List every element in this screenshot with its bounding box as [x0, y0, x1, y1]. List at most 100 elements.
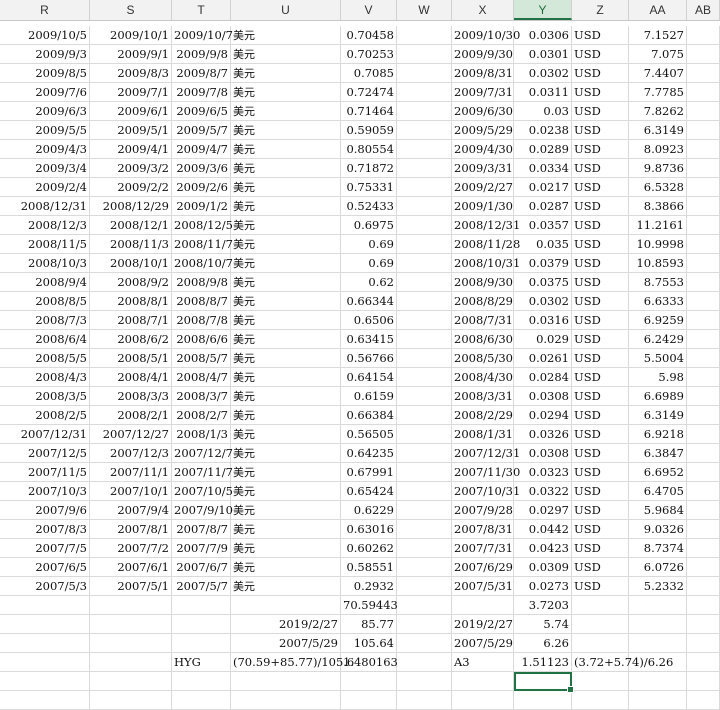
cell-w1[interactable] [397, 26, 452, 45]
cell-w29[interactable] [397, 558, 452, 577]
cell-x18[interactable]: 2008/5/30 [452, 349, 514, 368]
cell-y12[interactable]: 0.035 [514, 235, 572, 254]
cell-ab30[interactable] [687, 577, 720, 596]
cell-t6[interactable]: 2009/5/7 [172, 121, 231, 140]
cell-z27[interactable]: USD [572, 520, 629, 539]
cell-ab12[interactable] [687, 235, 720, 254]
cell-s32[interactable] [90, 615, 172, 634]
cell-u5[interactable]: 美元 [231, 102, 341, 121]
cell-aa32[interactable] [629, 615, 687, 634]
cell-r34[interactable] [0, 653, 90, 672]
cell-t19[interactable]: 2008/4/7 [172, 368, 231, 387]
cell-s4[interactable]: 2009/7/1 [90, 83, 172, 102]
cell-t29[interactable]: 2007/6/7 [172, 558, 231, 577]
cell-z1[interactable]: USD [572, 26, 629, 45]
cell-w24[interactable] [397, 463, 452, 482]
cell-y20[interactable]: 0.0308 [514, 387, 572, 406]
cell-ab9[interactable] [687, 178, 720, 197]
cell-w7[interactable] [397, 140, 452, 159]
cell-aa4[interactable]: 7.7785 [629, 83, 687, 102]
cell-t23[interactable]: 2007/12/7 [172, 444, 233, 463]
cell-z5[interactable]: USD [572, 102, 629, 121]
cell-y29[interactable]: 0.0309 [514, 558, 572, 577]
cell-z13[interactable]: USD [572, 254, 629, 273]
cell-w28[interactable] [397, 539, 452, 558]
cell-ab7[interactable] [687, 140, 720, 159]
cell-x2[interactable]: 2009/9/30 [452, 45, 514, 64]
cell-z23[interactable]: USD [572, 444, 629, 463]
cell-s25[interactable]: 2007/10/1 [90, 482, 172, 501]
cell-aa19[interactable]: 5.98 [629, 368, 687, 387]
cell-v21[interactable]: 0.66384 [341, 406, 397, 425]
cell-t4[interactable]: 2009/7/8 [172, 83, 231, 102]
column-header-u[interactable]: U [231, 0, 341, 20]
cell-x27[interactable]: 2007/8/31 [452, 520, 514, 539]
cell-aa36[interactable] [629, 691, 687, 710]
cell-ab20[interactable] [687, 387, 720, 406]
cell-x20[interactable]: 2008/3/31 [452, 387, 514, 406]
cell-w10[interactable] [397, 197, 452, 216]
cell-aa26[interactable]: 5.9684 [629, 501, 687, 520]
cell-aa6[interactable]: 6.3149 [629, 121, 687, 140]
cell-ab13[interactable] [687, 254, 720, 273]
cell-w35[interactable] [397, 672, 452, 691]
cell-aa21[interactable]: 6.3149 [629, 406, 687, 425]
cell-aa25[interactable]: 6.4705 [629, 482, 687, 501]
cell-ab16[interactable] [687, 311, 720, 330]
cell-u10[interactable]: 美元 [231, 197, 341, 216]
cell-z2[interactable]: USD [572, 45, 629, 64]
cell-v18[interactable]: 0.56766 [341, 349, 397, 368]
cell-w5[interactable] [397, 102, 452, 121]
cell-u2[interactable]: 美元 [231, 45, 341, 64]
cell-aa20[interactable]: 6.6989 [629, 387, 687, 406]
cell-z11[interactable]: USD [572, 216, 629, 235]
cell-y3[interactable]: 0.0302 [514, 64, 572, 83]
cell-aa9[interactable]: 6.5328 [629, 178, 687, 197]
cell-x1[interactable]: 2009/10/30 [452, 26, 520, 45]
cell-y16[interactable]: 0.0316 [514, 311, 572, 330]
cell-r10[interactable]: 2008/12/31 [0, 197, 90, 216]
cell-ab35[interactable] [687, 672, 720, 691]
cell-s30[interactable]: 2007/5/1 [90, 577, 172, 596]
cell-ab1[interactable] [687, 26, 720, 45]
cell-ab25[interactable] [687, 482, 720, 501]
cell-u15[interactable]: 美元 [231, 292, 341, 311]
cell-v2[interactable]: 0.70253 [341, 45, 397, 64]
cell-z19[interactable]: USD [572, 368, 629, 387]
cell-r20[interactable]: 2008/3/5 [0, 387, 90, 406]
cell-z29[interactable]: USD [572, 558, 629, 577]
cell-t26[interactable]: 2007/9/10 [172, 501, 233, 520]
cell-v4[interactable]: 0.72474 [341, 83, 397, 102]
cell-u9[interactable]: 美元 [231, 178, 341, 197]
cell-s1[interactable]: 2009/10/1 [90, 26, 172, 45]
cell-y6[interactable]: 0.0238 [514, 121, 572, 140]
cell-z18[interactable]: USD [572, 349, 629, 368]
cell-aa29[interactable]: 6.0726 [629, 558, 687, 577]
cell-r1[interactable]: 2009/10/5 [0, 26, 90, 45]
cell-ab23[interactable] [687, 444, 720, 463]
column-header-z[interactable]: Z [572, 0, 629, 20]
cell-ab26[interactable] [687, 501, 720, 520]
cell-ab11[interactable] [687, 216, 720, 235]
cell-ab10[interactable] [687, 197, 720, 216]
cell-u18[interactable]: 美元 [231, 349, 341, 368]
cell-v20[interactable]: 0.6159 [341, 387, 397, 406]
cell-r9[interactable]: 2009/2/4 [0, 178, 90, 197]
cell-v7[interactable]: 0.80554 [341, 140, 397, 159]
cell-r17[interactable]: 2008/6/4 [0, 330, 90, 349]
cell-u3[interactable]: 美元 [231, 64, 341, 83]
cell-v19[interactable]: 0.64154 [341, 368, 397, 387]
cell-t9[interactable]: 2009/2/6 [172, 178, 231, 197]
cell-z9[interactable]: USD [572, 178, 629, 197]
cell-aa5[interactable]: 7.8262 [629, 102, 687, 121]
cell-t27[interactable]: 2007/8/7 [172, 520, 231, 539]
cell-s24[interactable]: 2007/11/1 [90, 463, 172, 482]
cell-x31[interactable] [452, 596, 514, 615]
cell-w16[interactable] [397, 311, 452, 330]
cell-r11[interactable]: 2008/12/3 [0, 216, 90, 235]
cell-r33[interactable] [0, 634, 90, 653]
cell-w11[interactable] [397, 216, 452, 235]
cell-v30[interactable]: 0.2932 [341, 577, 397, 596]
cell-ab14[interactable] [687, 273, 720, 292]
cell-y36[interactable] [514, 691, 572, 710]
